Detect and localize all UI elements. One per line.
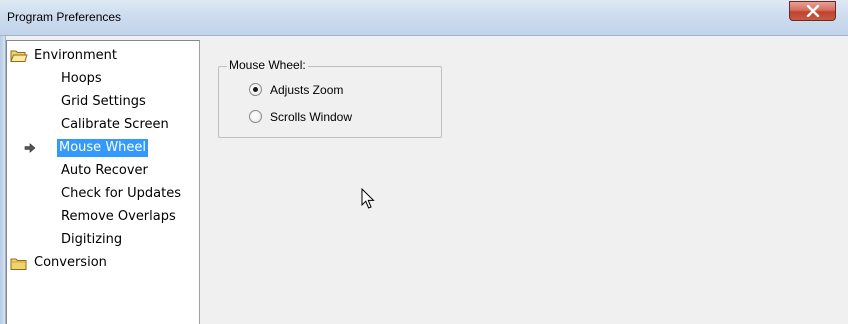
adjusts-zoom-radio[interactable]	[249, 83, 262, 96]
tree-item-digitizing[interactable]: Digitizing	[59, 231, 124, 249]
radio-checked-dot	[253, 87, 258, 92]
tree-item-auto-recover[interactable]: Auto Recover	[59, 162, 150, 180]
mouse-wheel-group-label: Mouse Wheel:	[227, 58, 308, 72]
adjusts-zoom-label[interactable]: Adjusts Zoom	[270, 83, 343, 97]
tree-item-calibrate-screen[interactable]: Calibrate Screen	[59, 116, 171, 134]
preferences-tree[interactable]: Environment Hoops Grid Settings Calibrat…	[6, 40, 200, 324]
close-button[interactable]	[789, 1, 836, 21]
tree-item-mouse-wheel[interactable]: Mouse Wheel	[57, 139, 149, 157]
tree-item-remove-overlaps[interactable]: Remove Overlaps	[59, 208, 178, 226]
mouse-wheel-group	[218, 66, 442, 138]
tree-item-conversion[interactable]: Conversion	[32, 254, 109, 272]
tree-item-hoops[interactable]: Hoops	[59, 70, 104, 88]
scrolls-window-radio[interactable]	[249, 110, 262, 123]
tree-item-check-for-updates[interactable]: Check for Updates	[59, 185, 183, 203]
folder-closed-icon	[10, 258, 27, 270]
tree-item-environment[interactable]: Environment	[32, 47, 119, 65]
arrow-right-icon	[24, 143, 36, 153]
window-title: Program Preferences	[7, 10, 122, 24]
tree-item-grid-settings[interactable]: Grid Settings	[59, 93, 148, 111]
close-icon	[806, 5, 820, 17]
scrolls-window-label[interactable]: Scrolls Window	[270, 110, 352, 124]
title-bar[interactable]: Program Preferences	[0, 0, 848, 36]
folder-open-icon	[10, 50, 28, 62]
mouse-pointer-icon	[361, 188, 375, 209]
